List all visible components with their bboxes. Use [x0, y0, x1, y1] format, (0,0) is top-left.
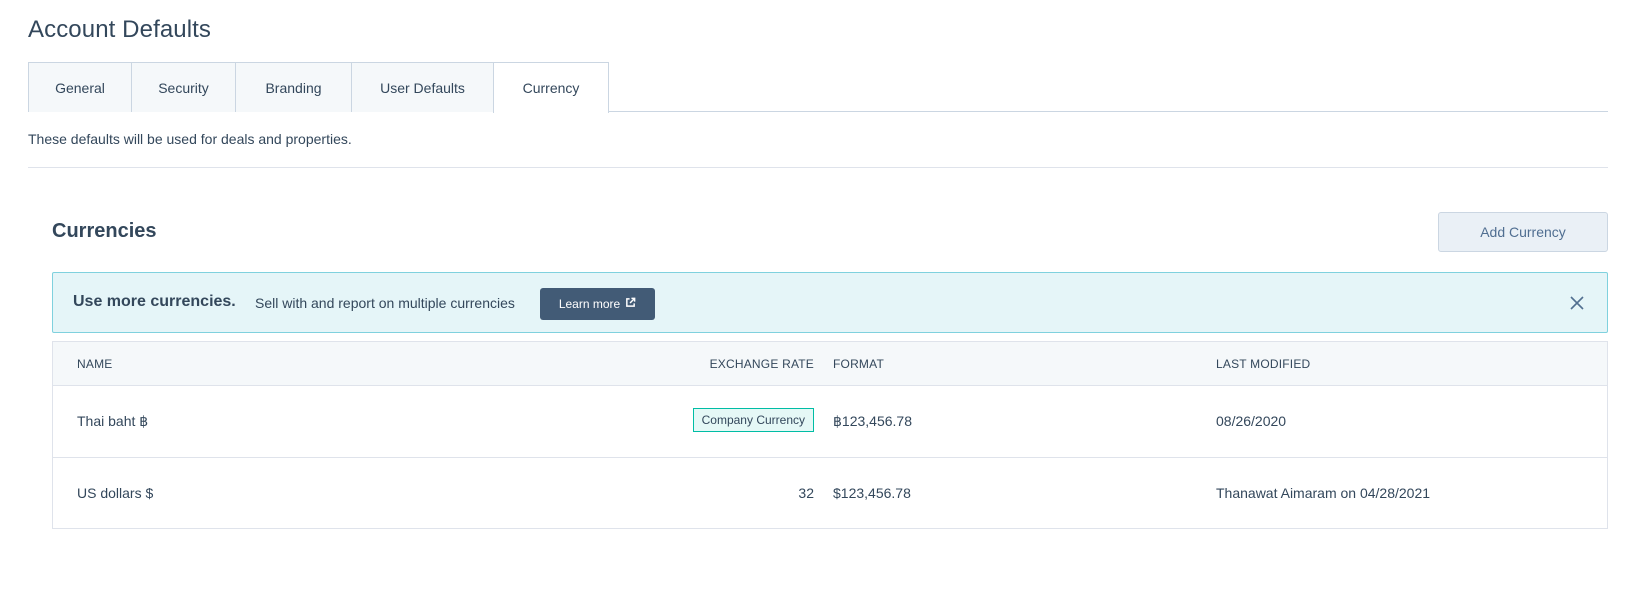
tab-user-defaults[interactable]: User Defaults: [352, 62, 494, 112]
header-last-modified[interactable]: LAST MODIFIED: [1216, 357, 1310, 371]
last-modified: 08/26/2020: [1216, 413, 1287, 429]
header-format[interactable]: FORMAT: [833, 357, 884, 371]
last-modified: Thanawat Aimaram on 04/28/2021: [1216, 485, 1431, 501]
currency-format: ฿123,456.78: [833, 413, 912, 429]
divider: [28, 167, 1608, 168]
tab-bar: General Security Branding User Defaults …: [28, 62, 1608, 113]
table-row: US dollars $ 32 $123,456.78 Thanawat Aim…: [53, 458, 1607, 530]
learn-more-button[interactable]: Learn more: [540, 288, 655, 320]
promo-banner: Use more currencies. Sell with and repor…: [52, 272, 1608, 333]
learn-more-label: Learn more: [558, 297, 621, 311]
page-title: Account Defaults: [28, 16, 212, 43]
header-exchange-rate[interactable]: EXCHANGE RATE: [710, 357, 814, 371]
header-name[interactable]: NAME: [77, 357, 112, 371]
table-row: Thai baht ฿ Company Currency ฿123,456.78…: [53, 386, 1607, 458]
banner-title: Use more currencies.: [73, 293, 236, 310]
table-header: NAME EXCHANGE RATE FORMAT LAST MODIFIED: [53, 342, 1607, 386]
currency-name[interactable]: Thai baht ฿: [77, 413, 148, 430]
currency-table: NAME EXCHANGE RATE FORMAT LAST MODIFIED …: [52, 341, 1608, 529]
company-currency-badge: Company Currency: [692, 408, 814, 432]
currencies-title: Currencies: [52, 220, 157, 242]
add-currency-button[interactable]: Add Currency: [1438, 212, 1608, 252]
currency-format: $123,456.78: [833, 485, 911, 501]
external-link-icon: [625, 297, 636, 311]
intro-text: These defaults will be used for deals an…: [28, 131, 352, 147]
tab-security[interactable]: Security: [132, 62, 236, 112]
currency-name[interactable]: US dollars $: [77, 485, 153, 501]
banner-text: Sell with and report on multiple currenc…: [255, 295, 515, 311]
tab-currency[interactable]: Currency: [493, 62, 609, 113]
exchange-rate: 32: [798, 485, 814, 501]
tab-general[interactable]: General: [28, 62, 132, 112]
tab-branding[interactable]: Branding: [236, 62, 352, 112]
close-icon[interactable]: [1567, 293, 1587, 313]
